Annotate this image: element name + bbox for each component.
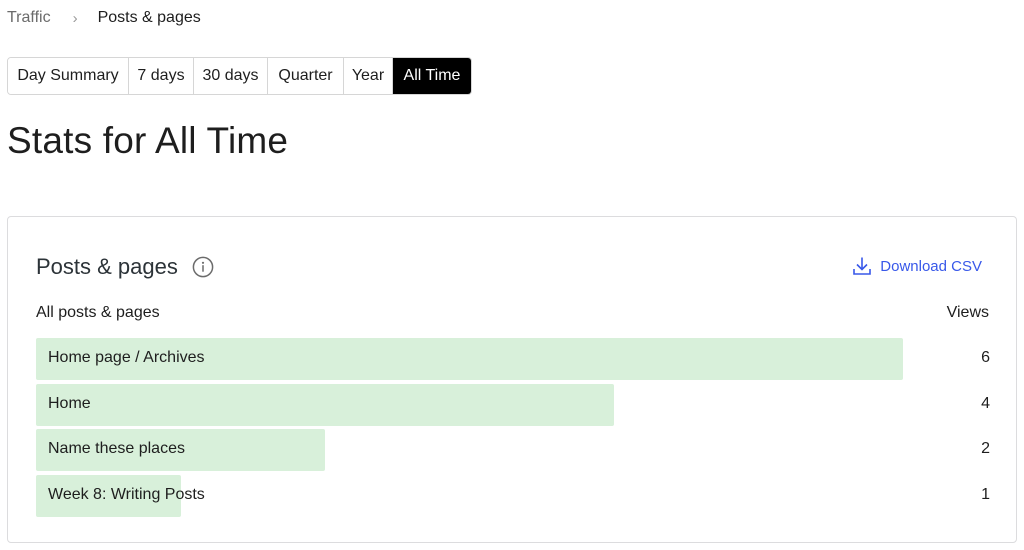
column-header-posts: All posts & pages [36, 304, 160, 321]
breadcrumb-traffic-link[interactable]: Traffic [7, 9, 51, 27]
card-header: Posts & pages [36, 254, 214, 280]
list-item[interactable]: Home page / Archives 6 [36, 338, 990, 380]
post-title[interactable]: Week 8: Writing Posts [48, 486, 205, 504]
breadcrumb-separator: › [72, 9, 78, 27]
breadcrumb-current: Posts & pages [97, 9, 201, 26]
posts-pages-card: Posts & pages Download CSV All posts & p… [7, 216, 1017, 543]
tab-quarter[interactable]: Quarter [268, 58, 344, 94]
download-csv-button[interactable]: Download CSV [851, 255, 982, 277]
breadcrumb: Traffic › Posts & pages [7, 8, 201, 28]
page-title: Stats for All Time [7, 120, 289, 161]
tab-30-days[interactable]: 30 days [194, 58, 268, 94]
post-title[interactable]: Home [48, 395, 91, 413]
tab-all-time[interactable]: All Time [393, 58, 471, 94]
views-count: 6 [981, 349, 990, 366]
views-count: 4 [981, 394, 990, 412]
period-tabs: Day Summary 7 days 30 days Quarter Year … [7, 57, 472, 95]
views-count: 1 [981, 485, 990, 503]
info-icon[interactable] [192, 256, 214, 278]
list-item[interactable]: Home 4 [36, 383, 990, 426]
posts-list: Home page / Archives 6 Home 4 Name these… [36, 338, 990, 520]
views-count: 2 [981, 440, 990, 457]
tab-year[interactable]: Year [344, 58, 393, 94]
list-item[interactable]: Week 8: Writing Posts 1 [36, 474, 990, 517]
post-title[interactable]: Name these places [48, 440, 185, 458]
tab-day-summary[interactable]: Day Summary [8, 58, 129, 94]
list-item[interactable]: Name these places 2 [36, 429, 990, 471]
column-header-views: Views [946, 304, 989, 321]
download-csv-label: Download CSV [880, 257, 982, 275]
views-bar [36, 383, 614, 426]
card-title: Posts & pages [36, 254, 178, 279]
post-title[interactable]: Home page / Archives [48, 349, 205, 367]
tab-7-days[interactable]: 7 days [129, 58, 194, 94]
download-icon [851, 255, 873, 277]
